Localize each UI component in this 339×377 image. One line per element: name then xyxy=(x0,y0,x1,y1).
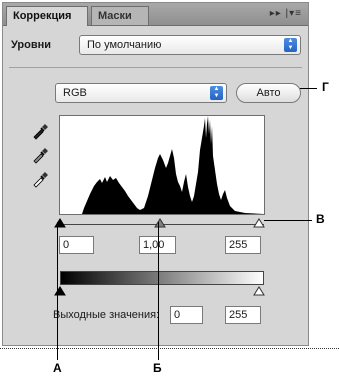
output-white-field[interactable]: 255 xyxy=(225,306,261,324)
input-white-field[interactable]: 255 xyxy=(225,236,261,254)
preset-label: Уровни xyxy=(11,39,52,51)
black-point-eyedropper-icon[interactable] xyxy=(31,122,49,140)
dropdown-arrows-icon: ▲ ▼ xyxy=(284,38,297,52)
callout-g: Г xyxy=(322,80,329,94)
callout-line-v xyxy=(264,220,312,221)
output-levels-label: Выходные значения: xyxy=(53,309,160,321)
histogram xyxy=(59,115,265,215)
black-point-slider-handle[interactable] xyxy=(54,218,66,228)
adjustments-panel: Коррекция Маски ▸▸ |▾≡ Уровни По умолчан… xyxy=(2,2,309,346)
output-black-slider-handle[interactable] xyxy=(54,286,66,296)
output-levels-gradient xyxy=(60,271,264,285)
white-point-eyedropper-icon[interactable] xyxy=(31,170,49,188)
callout-line-b xyxy=(158,222,159,360)
histogram-graph xyxy=(60,116,264,214)
output-white-slider-handle[interactable] xyxy=(253,286,265,296)
panel-tab-bar: Коррекция Маски ▸▸ |▾≡ xyxy=(3,3,308,26)
callout-b: Б xyxy=(153,361,162,375)
callout-line-a xyxy=(57,222,58,360)
auto-button[interactable]: Авто xyxy=(236,83,301,103)
preset-dropdown-value: По умолчанию xyxy=(87,39,162,51)
divider xyxy=(9,67,302,68)
channel-dropdown[interactable]: RGB ▲ ▼ xyxy=(55,83,227,103)
gamma-slider-handle[interactable] xyxy=(154,218,166,228)
callout-v: В xyxy=(316,212,325,226)
channel-dropdown-value: RGB xyxy=(63,87,87,99)
callout-line-g xyxy=(300,88,317,89)
dropdown-arrows-icon: ▲ ▼ xyxy=(210,86,223,100)
panel-menu-icon[interactable]: ▸▸ |▾≡ xyxy=(270,8,302,19)
output-black-field[interactable]: 0 xyxy=(170,306,203,324)
tab-adjustments[interactable]: Коррекция xyxy=(6,6,88,26)
preset-dropdown[interactable]: По умолчанию ▲ ▼ xyxy=(79,35,301,55)
callout-a: А xyxy=(53,361,62,375)
dotted-crop-line xyxy=(0,348,339,349)
input-black-field[interactable]: 0 xyxy=(59,236,94,254)
gray-point-eyedropper-icon[interactable] xyxy=(31,146,49,164)
tab-masks[interactable]: Маски xyxy=(91,6,149,25)
